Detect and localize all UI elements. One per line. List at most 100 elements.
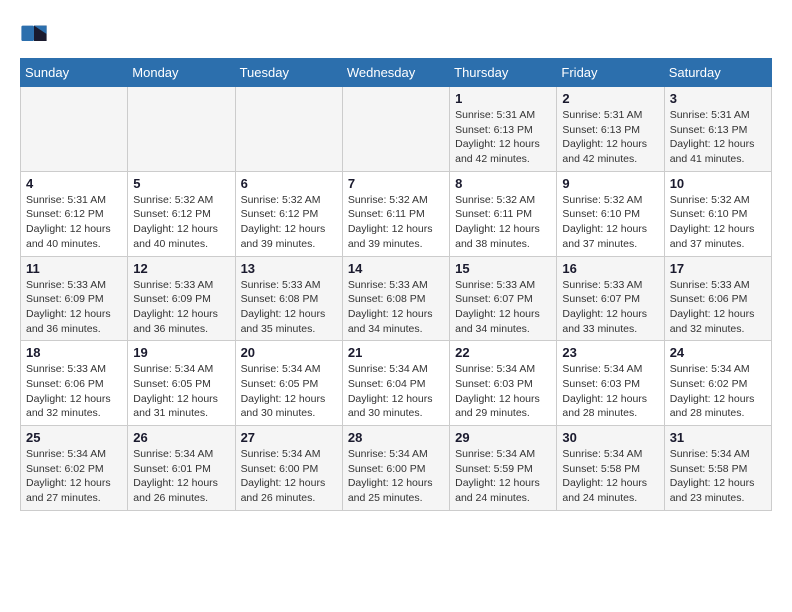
- day-number: 18: [26, 345, 122, 360]
- day-number: 15: [455, 261, 551, 276]
- day-number: 27: [241, 430, 337, 445]
- calendar-cell: 30 Sunrise: 5:34 AM Sunset: 5:58 PM Dayli…: [557, 426, 664, 511]
- cell-content: Sunrise: 5:33 AM Sunset: 6:07 PM Dayligh…: [455, 278, 551, 337]
- cell-content: Sunrise: 5:32 AM Sunset: 6:11 PM Dayligh…: [348, 193, 444, 252]
- cell-content: Sunrise: 5:33 AM Sunset: 6:09 PM Dayligh…: [133, 278, 229, 337]
- calendar-cell: 19Sunrise: 5:34 AM Sunset: 6:05 PM Dayli…: [128, 341, 235, 426]
- day-number: 22: [455, 345, 551, 360]
- calendar-cell: 21 Sunrise: 5:34 AM Sunset: 6:04 PM Dayli…: [342, 341, 449, 426]
- calendar-cell: 28Sunrise: 5:34 AM Sunset: 6:00 PM Dayli…: [342, 426, 449, 511]
- cell-content: Sunrise: 5:32 AM Sunset: 6:10 PM Dayligh…: [670, 193, 766, 252]
- header-monday: Monday: [128, 59, 235, 87]
- calendar-cell: 23 Sunrise: 5:34 AM Sunset: 6:03 PM Dayli…: [557, 341, 664, 426]
- calendar-table: SundayMondayTuesdayWednesdayThursdayFrid…: [20, 58, 772, 511]
- calendar-cell: 31Sunrise: 5:34 AM Sunset: 5:58 PM Dayli…: [664, 426, 771, 511]
- cell-content: Sunrise: 5:33 AM Sunset: 6:08 PM Dayligh…: [241, 278, 337, 337]
- cell-content: Sunrise: 5:32 AM Sunset: 6:12 PM Dayligh…: [241, 193, 337, 252]
- day-number: 20: [241, 345, 337, 360]
- calendar-cell: [342, 87, 449, 172]
- day-number: 4: [26, 176, 122, 191]
- cell-content: Sunrise: 5:34 AM Sunset: 6:02 PM Dayligh…: [670, 362, 766, 421]
- calendar-cell: 20Sunrise: 5:34 AM Sunset: 6:05 PM Dayli…: [235, 341, 342, 426]
- calendar-cell: 5 Sunrise: 5:32 AM Sunset: 6:12 PM Daylig…: [128, 171, 235, 256]
- day-number: 10: [670, 176, 766, 191]
- cell-content: Sunrise: 5:34 AM Sunset: 6:05 PM Dayligh…: [133, 362, 229, 421]
- calendar-cell: 14 Sunrise: 5:33 AM Sunset: 6:08 PM Dayli…: [342, 256, 449, 341]
- calendar-cell: 12 Sunrise: 5:33 AM Sunset: 6:09 PM Dayli…: [128, 256, 235, 341]
- calendar-cell: 29 Sunrise: 5:34 AM Sunset: 5:59 PM Dayli…: [450, 426, 557, 511]
- calendar-cell: 26 Sunrise: 5:34 AM Sunset: 6:01 PM Dayli…: [128, 426, 235, 511]
- calendar-cell: 18 Sunrise: 5:33 AM Sunset: 6:06 PM Dayli…: [21, 341, 128, 426]
- header-friday: Friday: [557, 59, 664, 87]
- day-number: 17: [670, 261, 766, 276]
- header-wednesday: Wednesday: [342, 59, 449, 87]
- calendar-cell: 10 Sunrise: 5:32 AM Sunset: 6:10 PM Dayli…: [664, 171, 771, 256]
- logo: [20, 20, 54, 48]
- week-row-2: 4 Sunrise: 5:31 AM Sunset: 6:12 PM Daylig…: [21, 171, 772, 256]
- calendar-cell: 3 Sunrise: 5:31 AM Sunset: 6:13 PM Daylig…: [664, 87, 771, 172]
- cell-content: Sunrise: 5:33 AM Sunset: 6:06 PM Dayligh…: [26, 362, 122, 421]
- cell-content: Sunrise: 5:34 AM Sunset: 6:01 PM Dayligh…: [133, 447, 229, 506]
- day-number: 2: [562, 91, 658, 106]
- cell-content: Sunrise: 5:32 AM Sunset: 6:12 PM Dayligh…: [133, 193, 229, 252]
- logo-icon: [20, 20, 48, 48]
- day-number: 12: [133, 261, 229, 276]
- day-number: 8: [455, 176, 551, 191]
- calendar-cell: 2 Sunrise: 5:31 AM Sunset: 6:13 PM Daylig…: [557, 87, 664, 172]
- cell-content: Sunrise: 5:34 AM Sunset: 6:02 PM Dayligh…: [26, 447, 122, 506]
- cell-content: Sunrise: 5:34 AM Sunset: 5:59 PM Dayligh…: [455, 447, 551, 506]
- calendar-header-row: SundayMondayTuesdayWednesdayThursdayFrid…: [21, 59, 772, 87]
- cell-content: Sunrise: 5:31 AM Sunset: 6:13 PM Dayligh…: [562, 108, 658, 167]
- calendar-cell: [21, 87, 128, 172]
- day-number: 9: [562, 176, 658, 191]
- calendar-cell: 16 Sunrise: 5:33 AM Sunset: 6:07 PM Dayli…: [557, 256, 664, 341]
- cell-content: Sunrise: 5:33 AM Sunset: 6:09 PM Dayligh…: [26, 278, 122, 337]
- cell-content: Sunrise: 5:31 AM Sunset: 6:12 PM Dayligh…: [26, 193, 122, 252]
- day-number: 30: [562, 430, 658, 445]
- day-number: 24: [670, 345, 766, 360]
- week-row-1: 1 Sunrise: 5:31 AM Sunset: 6:13 PM Daylig…: [21, 87, 772, 172]
- day-number: 23: [562, 345, 658, 360]
- day-number: 7: [348, 176, 444, 191]
- cell-content: Sunrise: 5:33 AM Sunset: 6:07 PM Dayligh…: [562, 278, 658, 337]
- day-number: 25: [26, 430, 122, 445]
- calendar-cell: 13 Sunrise: 5:33 AM Sunset: 6:08 PM Dayli…: [235, 256, 342, 341]
- cell-content: Sunrise: 5:34 AM Sunset: 6:03 PM Dayligh…: [455, 362, 551, 421]
- calendar-cell: 17 Sunrise: 5:33 AM Sunset: 6:06 PM Dayli…: [664, 256, 771, 341]
- day-number: 13: [241, 261, 337, 276]
- calendar-cell: 8 Sunrise: 5:32 AM Sunset: 6:11 PM Daylig…: [450, 171, 557, 256]
- day-number: 5: [133, 176, 229, 191]
- day-number: 26: [133, 430, 229, 445]
- week-row-5: 25 Sunrise: 5:34 AM Sunset: 6:02 PM Dayli…: [21, 426, 772, 511]
- cell-content: Sunrise: 5:32 AM Sunset: 6:11 PM Dayligh…: [455, 193, 551, 252]
- calendar-cell: 25 Sunrise: 5:34 AM Sunset: 6:02 PM Dayli…: [21, 426, 128, 511]
- calendar-cell: 27 Sunrise: 5:34 AM Sunset: 6:00 PM Dayli…: [235, 426, 342, 511]
- day-number: 3: [670, 91, 766, 106]
- calendar-cell: 6Sunrise: 5:32 AM Sunset: 6:12 PM Daylig…: [235, 171, 342, 256]
- cell-content: Sunrise: 5:31 AM Sunset: 6:13 PM Dayligh…: [670, 108, 766, 167]
- header-sunday: Sunday: [21, 59, 128, 87]
- calendar-cell: 24 Sunrise: 5:34 AM Sunset: 6:02 PM Dayli…: [664, 341, 771, 426]
- cell-content: Sunrise: 5:33 AM Sunset: 6:06 PM Dayligh…: [670, 278, 766, 337]
- cell-content: Sunrise: 5:34 AM Sunset: 5:58 PM Dayligh…: [562, 447, 658, 506]
- calendar-cell: [128, 87, 235, 172]
- day-number: 21: [348, 345, 444, 360]
- week-row-4: 18 Sunrise: 5:33 AM Sunset: 6:06 PM Dayli…: [21, 341, 772, 426]
- cell-content: Sunrise: 5:34 AM Sunset: 6:04 PM Dayligh…: [348, 362, 444, 421]
- calendar-cell: 7 Sunrise: 5:32 AM Sunset: 6:11 PM Daylig…: [342, 171, 449, 256]
- cell-content: Sunrise: 5:32 AM Sunset: 6:10 PM Dayligh…: [562, 193, 658, 252]
- day-number: 29: [455, 430, 551, 445]
- day-number: 16: [562, 261, 658, 276]
- day-number: 11: [26, 261, 122, 276]
- cell-content: Sunrise: 5:34 AM Sunset: 6:00 PM Dayligh…: [241, 447, 337, 506]
- day-number: 1: [455, 91, 551, 106]
- day-number: 28: [348, 430, 444, 445]
- day-number: 14: [348, 261, 444, 276]
- cell-content: Sunrise: 5:34 AM Sunset: 6:03 PM Dayligh…: [562, 362, 658, 421]
- cell-content: Sunrise: 5:33 AM Sunset: 6:08 PM Dayligh…: [348, 278, 444, 337]
- day-number: 31: [670, 430, 766, 445]
- cell-content: Sunrise: 5:31 AM Sunset: 6:13 PM Dayligh…: [455, 108, 551, 167]
- week-row-3: 11 Sunrise: 5:33 AM Sunset: 6:09 PM Dayli…: [21, 256, 772, 341]
- calendar-cell: 9 Sunrise: 5:32 AM Sunset: 6:10 PM Daylig…: [557, 171, 664, 256]
- calendar-cell: 15 Sunrise: 5:33 AM Sunset: 6:07 PM Dayli…: [450, 256, 557, 341]
